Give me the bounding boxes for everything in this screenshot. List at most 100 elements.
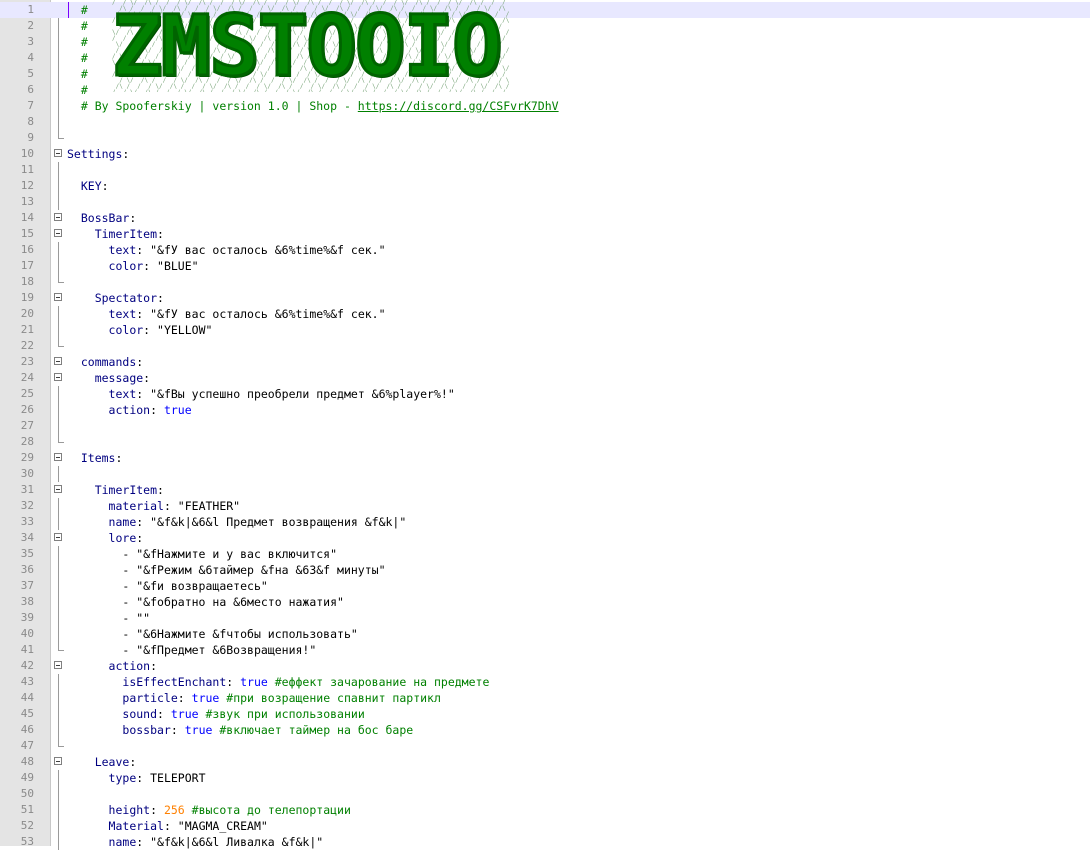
code-text: Items:	[67, 450, 123, 466]
code-line[interactable]: 34 lore:	[0, 530, 1090, 546]
code-line[interactable]: 10 Settings:	[0, 146, 1090, 162]
discord-link[interactable]: https://discord.gg/CSFvrK7DhV	[358, 99, 559, 113]
code-line[interactable]: 51 height: 256 #высота до телепортации	[0, 802, 1090, 818]
code-line[interactable]: 46 bossbar: true #включает таймер на бос…	[0, 722, 1090, 738]
code-line[interactable]: 9	[0, 130, 1090, 146]
code-line[interactable]: 29 Items:	[0, 450, 1090, 466]
token: :	[157, 291, 164, 305]
code-line[interactable]: 32 material: "FEATHER"	[0, 498, 1090, 514]
token: -	[67, 547, 137, 561]
fold-toggle-icon[interactable]	[54, 757, 62, 765]
code-line[interactable]: 43 isEffectEnchant: true #еффект зачаров…	[0, 674, 1090, 690]
yaml-key: isEffectEnchant	[122, 675, 227, 689]
line-number: 20	[20, 307, 34, 320]
comment: #еффект зачарование на предмете	[267, 675, 490, 689]
code-line[interactable]: 33 name: "&f&k|&6&l Предмет возвращения …	[0, 514, 1090, 530]
code-line[interactable]: 28	[0, 434, 1090, 450]
code-line[interactable]: 23 commands:	[0, 354, 1090, 370]
code-line[interactable]: 53 name: "&f&k|&6&l Ливалка &f&k|"	[0, 834, 1090, 850]
fold-toggle-icon[interactable]	[54, 485, 62, 493]
code-line[interactable]: 36 - "&fРежим &6таймер &fна &63&f минуты…	[0, 562, 1090, 578]
code-line[interactable]: 45 sound: true #звук при использовании	[0, 706, 1090, 722]
code-line[interactable]: 30	[0, 466, 1090, 482]
code-line[interactable]: 18	[0, 274, 1090, 290]
fold-guide	[58, 498, 59, 514]
fold-toggle-icon[interactable]	[54, 373, 62, 381]
line-number: 47	[20, 739, 34, 752]
code-line[interactable]: 24 message:	[0, 370, 1090, 386]
code-line[interactable]: 39 - ""	[0, 610, 1090, 626]
code-line[interactable]: 38 - "&fобратно на &6место нажатия"	[0, 594, 1090, 610]
code-text: action:	[67, 658, 157, 674]
fold-guide	[58, 546, 59, 562]
code-line[interactable]: 14 BossBar:	[0, 210, 1090, 226]
line-number: 13	[20, 195, 34, 208]
token: true	[163, 403, 192, 417]
code-line[interactable]: 25 text: "&fВы успешно преобрели предмет…	[0, 386, 1090, 402]
code-line[interactable]: 31 TimerItem:	[0, 482, 1090, 498]
fold-guide	[58, 626, 59, 642]
code-line[interactable]: 17 color: "BLUE"	[0, 258, 1090, 274]
code-line[interactable]: 12 KEY:	[0, 178, 1090, 194]
code-line[interactable]: 35 - "&fНажмите и у вас включится"	[0, 546, 1090, 562]
fold-toggle-icon[interactable]	[54, 213, 62, 221]
code-line[interactable]: 16 text: "&fУ вас осталось &6%time%&f се…	[0, 242, 1090, 258]
code-line[interactable]: 20 text: "&fУ вас осталось &6%time%&f се…	[0, 306, 1090, 322]
code-line[interactable]: 40 - "&6Нажмите &fчтобы использовать"	[0, 626, 1090, 642]
fold-toggle-icon[interactable]	[54, 357, 62, 365]
code-line[interactable]: 42 action:	[0, 658, 1090, 674]
fold-toggle-icon[interactable]	[54, 229, 62, 237]
token: :	[129, 211, 137, 225]
code-line[interactable]: 47	[0, 738, 1090, 754]
code-line[interactable]: 49 type: TELEPORT	[0, 770, 1090, 786]
line-number: 18	[20, 275, 34, 288]
token: -	[67, 611, 137, 625]
code-text: # By Spooferskiy | version 1.0 | Shop - …	[67, 98, 559, 114]
code-line[interactable]: 22	[0, 338, 1090, 354]
yaml-key: BossBar	[80, 211, 130, 225]
code-line[interactable]: 50	[0, 786, 1090, 802]
token: true	[170, 707, 199, 721]
code-line[interactable]: 21 color: "YELLOW"	[0, 322, 1090, 338]
fold-toggle-icon[interactable]	[54, 149, 62, 157]
code-line[interactable]: 52 Material: "MAGMA_CREAM"	[0, 818, 1090, 834]
line-number: 15	[20, 227, 34, 240]
code-line[interactable]: 11	[0, 162, 1090, 178]
code-line[interactable]: 7 # By Spooferskiy | version 1.0 | Shop …	[0, 98, 1090, 114]
fold-toggle-icon[interactable]	[54, 661, 62, 669]
code-line[interactable]: 37 - "&fи возвращаетесь"	[0, 578, 1090, 594]
code-line[interactable]: 15 TimerItem:	[0, 226, 1090, 242]
code-editor[interactable]: 1 # 2 #3 #4 #5 #6 #7 # By Spooferskiy | …	[0, 2, 1090, 850]
fold-guide	[58, 258, 59, 274]
code-line[interactable]: 27	[0, 418, 1090, 434]
fold-toggle-icon[interactable]	[54, 293, 62, 301]
yaml-key: color	[108, 323, 144, 337]
code-line[interactable]: 26 action: true	[0, 402, 1090, 418]
token: :	[226, 675, 241, 689]
yaml-key: text	[108, 243, 137, 257]
code-text: #	[67, 18, 88, 34]
comment: #	[67, 19, 88, 33]
comment: #высота до телепортации	[184, 803, 351, 817]
fold-toggle-icon[interactable]	[54, 453, 62, 461]
code-line[interactable]: 41 - "&fПредмет &6Возвращения!"	[0, 642, 1090, 658]
code-line[interactable]: 44 particle: true #при возращение спавни…	[0, 690, 1090, 706]
line-number: 9	[27, 131, 34, 144]
code-line[interactable]: 8	[0, 114, 1090, 130]
code-line[interactable]: 19 Spectator:	[0, 290, 1090, 306]
token: :	[136, 531, 144, 545]
fold-toggle-icon[interactable]	[54, 533, 62, 541]
code-line[interactable]: 48 Leave:	[0, 754, 1090, 770]
line-number: 16	[20, 243, 34, 256]
token: "&f&k|&6&l Ливалка &f&k|"	[150, 835, 324, 849]
line-number: 41	[20, 643, 34, 656]
token: :	[163, 499, 178, 513]
line-number: 21	[20, 323, 34, 336]
code-line[interactable]: 13	[0, 194, 1090, 210]
